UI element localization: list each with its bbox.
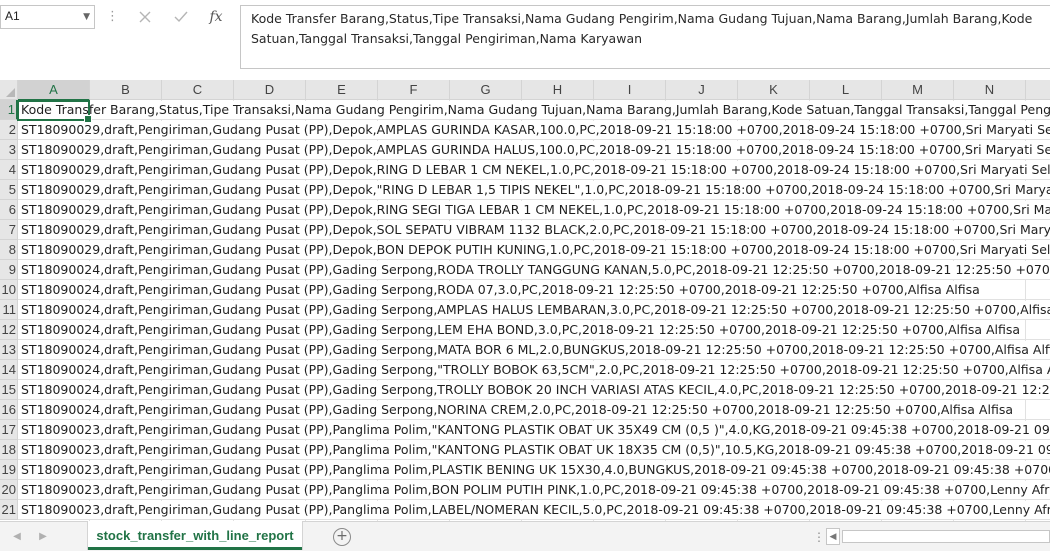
sheet-tab-bar: ◀ ▶ stock_transfer_with_line_report + ⋮ … [0, 521, 1050, 551]
cell-a14[interactable]: ST18090024,draft,Pengiriman,Gudang Pusat… [21, 361, 1050, 379]
cell-a16[interactable]: ST18090024,draft,Pengiriman,Gudang Pusat… [21, 401, 1016, 419]
cell-a19[interactable]: ST18090023,draft,Pengiriman,Gudang Pusat… [21, 461, 1050, 479]
sheet-nav-left-icon[interactable]: ◀ [12, 531, 22, 543]
row-header-3[interactable]: 3 [0, 140, 18, 160]
row-header-18[interactable]: 18 [0, 440, 18, 460]
table-row[interactable]: ST18090024,draft,Pengiriman,Gudang Pusat… [18, 380, 1050, 400]
name-box-value: A1 [5, 9, 20, 23]
table-row[interactable]: ST18090024,draft,Pengiriman,Gudang Pusat… [18, 340, 1050, 360]
column-header-e[interactable]: E [306, 80, 378, 100]
row-header-6[interactable]: 6 [0, 200, 18, 220]
cell-a7[interactable]: ST18090029,draft,Pengiriman,Gudang Pusat… [21, 221, 1050, 239]
table-row[interactable]: ST18090029,draft,Pengiriman,Gudang Pusat… [18, 240, 1050, 260]
column-headers: ABCDEFGHIJKLMN [18, 80, 1050, 101]
row-header-21[interactable]: 21 [0, 500, 18, 520]
cell-a6[interactable]: ST18090029,draft,Pengiriman,Gudang Pusat… [21, 201, 1050, 219]
row-header-7[interactable]: 7 [0, 220, 18, 240]
table-row[interactable]: ST18090024,draft,Pengiriman,Gudang Pusat… [18, 320, 1050, 340]
row-header-19[interactable]: 19 [0, 460, 18, 480]
cell-a5[interactable]: ST18090029,draft,Pengiriman,Gudang Pusat… [21, 181, 1050, 199]
column-header-n[interactable]: N [954, 80, 1026, 100]
row-header-8[interactable]: 8 [0, 240, 18, 260]
cells-area[interactable]: Kode Transfer Barang,Status,Tipe Transak… [18, 100, 1050, 521]
cell-a12[interactable]: ST18090024,draft,Pengiriman,Gudang Pusat… [21, 321, 1024, 339]
column-header-g[interactable]: G [450, 80, 522, 100]
table-row[interactable]: ST18090024,draft,Pengiriman,Gudang Pusat… [18, 280, 1050, 300]
table-row[interactable]: ST18090023,draft,Pengiriman,Gudang Pusat… [18, 440, 1050, 460]
cell-a9[interactable]: ST18090024,draft,Pengiriman,Gudang Pusat… [21, 261, 1050, 279]
row-header-15[interactable]: 15 [0, 380, 18, 400]
sheet-nav-right-icon[interactable]: ▶ [38, 531, 48, 543]
column-header-h[interactable]: H [522, 80, 594, 100]
column-header-c[interactable]: C [162, 80, 234, 100]
scroll-left-icon[interactable]: ◀ [826, 528, 840, 545]
add-sheet-icon[interactable]: + [333, 528, 351, 546]
row-header-17[interactable]: 17 [0, 420, 18, 440]
cell-a13[interactable]: ST18090024,draft,Pengiriman,Gudang Pusat… [21, 341, 1050, 359]
table-row[interactable]: ST18090029,draft,Pengiriman,Gudang Pusat… [18, 140, 1050, 160]
column-header-d[interactable]: D [234, 80, 306, 100]
column-header-m[interactable]: M [882, 80, 954, 100]
sheet-tab-active[interactable]: stock_transfer_with_line_report [88, 521, 302, 550]
table-row[interactable]: ST18090029,draft,Pengiriman,Gudang Pusat… [18, 180, 1050, 200]
cell-a21[interactable]: ST18090023,draft,Pengiriman,Gudang Pusat… [21, 501, 1050, 519]
row-header-12[interactable]: 12 [0, 320, 18, 340]
scrollbar-thumb[interactable] [842, 530, 1050, 543]
row-header-4[interactable]: 4 [0, 160, 18, 180]
cell-a2[interactable]: ST18090029,draft,Pengiriman,Gudang Pusat… [21, 121, 1050, 139]
formula-input[interactable]: Kode Transfer Barang,Status,Tipe Transak… [240, 5, 1050, 69]
cell-a15[interactable]: ST18090024,draft,Pengiriman,Gudang Pusat… [21, 381, 1050, 399]
insert-function-icon[interactable]: fx [201, 5, 231, 29]
column-header-b[interactable]: B [90, 80, 162, 100]
row-header-11[interactable]: 11 [0, 300, 18, 320]
cell-a4[interactable]: ST18090029,draft,Pengiriman,Gudang Pusat… [21, 161, 1050, 179]
table-row[interactable]: ST18090024,draft,Pengiriman,Gudang Pusat… [18, 360, 1050, 380]
column-header-k[interactable]: K [738, 80, 810, 100]
cell-a8[interactable]: ST18090029,draft,Pengiriman,Gudang Pusat… [21, 241, 1050, 259]
row-header-1[interactable]: 1 [0, 100, 18, 120]
row-header-10[interactable]: 10 [0, 280, 18, 300]
tab-split-handle[interactable]: ⋮ [813, 530, 825, 544]
cancel-icon[interactable] [130, 5, 160, 29]
cell-a18[interactable]: ST18090023,draft,Pengiriman,Gudang Pusat… [21, 441, 1050, 459]
table-row[interactable]: ST18090029,draft,Pengiriman,Gudang Pusat… [18, 160, 1050, 180]
horizontal-scrollbar[interactable]: ◀ [826, 528, 1050, 545]
row-header-2[interactable]: 2 [0, 120, 18, 140]
table-row[interactable]: ST18090029,draft,Pengiriman,Gudang Pusat… [18, 220, 1050, 240]
row-header-20[interactable]: 20 [0, 480, 18, 500]
table-row[interactable]: ST18090023,draft,Pengiriman,Gudang Pusat… [18, 480, 1050, 500]
name-box-dropdown-icon[interactable]: ▼ [83, 12, 90, 22]
cell-a3[interactable]: ST18090029,draft,Pengiriman,Gudang Pusat… [21, 141, 1050, 159]
row-header-9[interactable]: 9 [0, 260, 18, 280]
enter-icon[interactable] [166, 5, 196, 29]
cell-a17[interactable]: ST18090023,draft,Pengiriman,Gudang Pusat… [21, 421, 1050, 439]
name-box[interactable]: A1 ▼ [0, 5, 95, 29]
spreadsheet-grid: ABCDEFGHIJKLMN 1 2 3 4 5 6 7 8 9 10 11 12 13 14 15 16 17… [0, 80, 1050, 521]
table-row[interactable]: ST18090023,draft,Pengiriman,Gudang Pusat… [18, 420, 1050, 440]
table-row[interactable]: ST18090024,draft,Pengiriman,Gudang Pusat… [18, 260, 1050, 280]
select-all-corner[interactable] [0, 80, 18, 100]
cell-a1[interactable]: Kode Transfer Barang,Status,Tipe Transak… [21, 101, 1050, 119]
table-row[interactable]: ST18090024,draft,Pengiriman,Gudang Pusat… [18, 300, 1050, 320]
table-row[interactable]: ST18090024,draft,Pengiriman,Gudang Pusat… [18, 400, 1050, 420]
cell-a20[interactable]: ST18090023,draft,Pengiriman,Gudang Pusat… [21, 481, 1050, 499]
table-row[interactable]: Kode Transfer Barang,Status,Tipe Transak… [18, 100, 1050, 120]
formula-bar-grip[interactable]: ⋮ [106, 8, 119, 26]
table-row[interactable]: ST18090023,draft,Pengiriman,Gudang Pusat… [18, 460, 1050, 480]
column-header-a[interactable]: A [18, 80, 90, 101]
column-header-f[interactable]: F [378, 80, 450, 100]
cell-a11[interactable]: ST18090024,draft,Pengiriman,Gudang Pusat… [21, 301, 1050, 319]
row-header-16[interactable]: 16 [0, 400, 18, 420]
row-header-13[interactable]: 13 [0, 340, 18, 360]
table-row[interactable]: ST18090029,draft,Pengiriman,Gudang Pusat… [18, 120, 1050, 140]
row-header-14[interactable]: 14 [0, 360, 18, 380]
formula-area: A1 ▼ ⋮ fx Kode Transfer Barang,Status,Ti… [0, 0, 1050, 80]
row-header-5[interactable]: 5 [0, 180, 18, 200]
column-header-i[interactable]: I [594, 80, 666, 100]
table-row[interactable]: ST18090023,draft,Pengiriman,Gudang Pusat… [18, 500, 1050, 520]
cell-a10[interactable]: ST18090024,draft,Pengiriman,Gudang Pusat… [21, 281, 983, 299]
column-header-l[interactable]: L [810, 80, 882, 100]
table-row[interactable]: ST18090029,draft,Pengiriman,Gudang Pusat… [18, 200, 1050, 220]
column-header-j[interactable]: J [666, 80, 738, 100]
